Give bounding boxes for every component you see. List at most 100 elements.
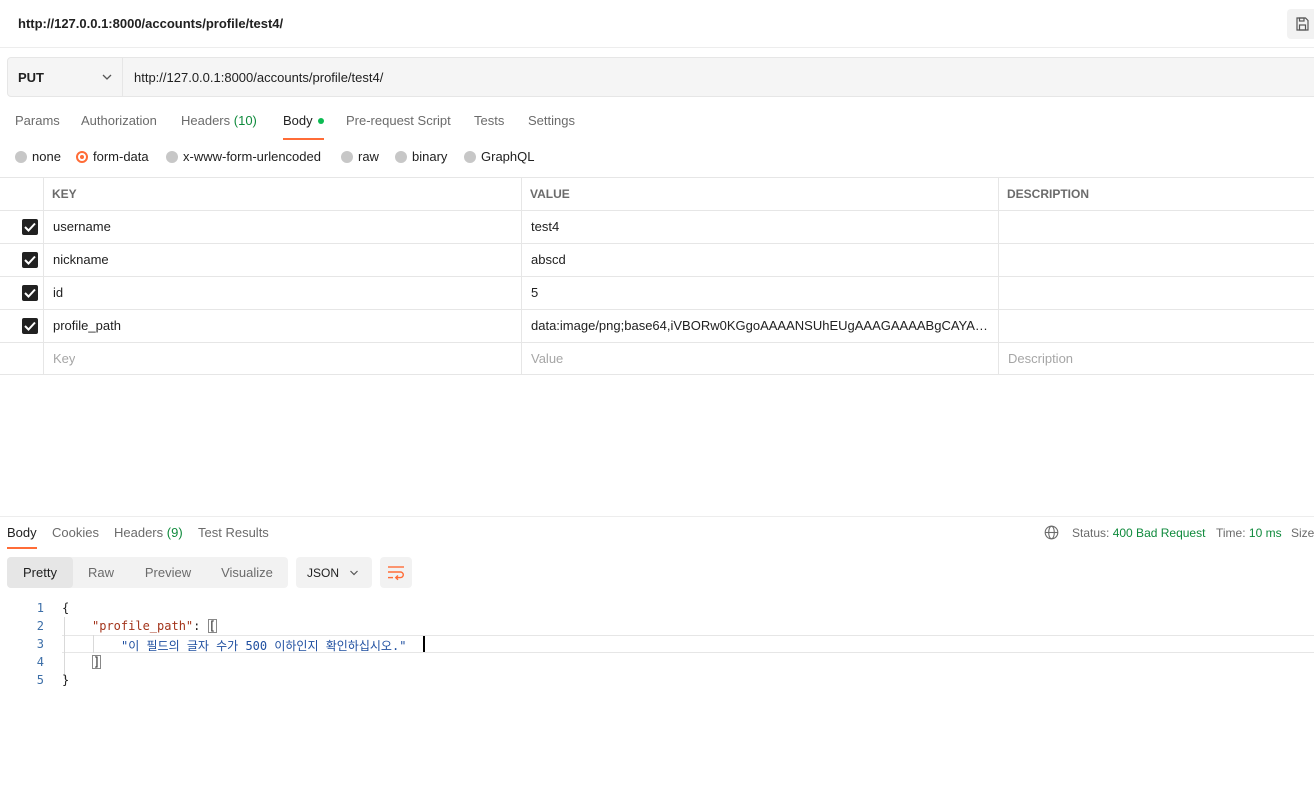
value-cell[interactable]: test4 bbox=[531, 211, 991, 243]
tab-body[interactable]: Body bbox=[283, 113, 324, 140]
tab-headers[interactable]: Headers (10) bbox=[181, 113, 257, 137]
description-cell[interactable] bbox=[1008, 244, 1308, 276]
view-raw-button[interactable]: Raw bbox=[77, 557, 125, 588]
view-pretty-button[interactable]: Pretty bbox=[7, 557, 73, 588]
globe-icon[interactable] bbox=[1044, 525, 1059, 540]
tab-label: Pre-request Script bbox=[346, 113, 451, 128]
description-cell[interactable] bbox=[1008, 211, 1308, 243]
tab-label: Params bbox=[15, 113, 60, 128]
line-number: 4 bbox=[36, 655, 44, 669]
key-cell[interactable]: nickname bbox=[53, 244, 513, 276]
description-cell[interactable] bbox=[1008, 277, 1308, 309]
tab-label: Test Results bbox=[198, 525, 269, 540]
response-size[interactable]: Size: bbox=[1291, 526, 1314, 540]
code-open-brace: { bbox=[62, 601, 70, 615]
json-colon: : bbox=[193, 619, 208, 633]
key-cell[interactable]: profile_path bbox=[53, 310, 513, 342]
tab-label: Tests bbox=[474, 113, 505, 128]
response-tab-test-results[interactable]: Test Results bbox=[198, 525, 269, 540]
url-input[interactable]: http://127.0.0.1:8000/accounts/profile/t… bbox=[134, 70, 383, 85]
response-tab-body[interactable]: Body bbox=[7, 525, 37, 549]
save-icon bbox=[1296, 17, 1309, 31]
url-bar: PUT http://127.0.0.1:8000/accounts/profi… bbox=[7, 57, 1314, 97]
method-label: PUT bbox=[18, 70, 44, 85]
view-visualize-button[interactable]: Visualize bbox=[211, 557, 283, 588]
json-open-bracket: [ bbox=[207, 619, 217, 633]
radio-label: none bbox=[32, 149, 61, 164]
tab-count: (9) bbox=[166, 525, 183, 540]
description-placeholder-input[interactable]: Description bbox=[1008, 343, 1073, 375]
column-divider[interactable] bbox=[998, 177, 999, 375]
value-cell[interactable]: 5 bbox=[531, 277, 991, 309]
column-header-description: DESCRIPTION bbox=[1007, 187, 1090, 201]
code-line-key: "profile_path": [ bbox=[92, 619, 217, 633]
tab-settings[interactable]: Settings bbox=[528, 113, 575, 137]
tab-label: Cookies bbox=[52, 525, 99, 540]
response-tab-headers[interactable]: Headers (9) bbox=[114, 525, 183, 540]
checkmark-icon bbox=[24, 288, 36, 298]
table-row: nickname abscd bbox=[0, 243, 1314, 276]
modified-dot-icon bbox=[317, 117, 324, 124]
radio-icon bbox=[341, 151, 353, 163]
value-cell[interactable]: abscd bbox=[531, 244, 991, 276]
radio-label: GraphQL bbox=[481, 149, 535, 164]
tab-tests[interactable]: Tests bbox=[474, 113, 504, 137]
chevron-down-icon bbox=[102, 74, 112, 80]
response-divider[interactable] bbox=[0, 516, 1314, 517]
wrap-lines-button[interactable] bbox=[380, 557, 412, 588]
column-header-value: VALUE bbox=[530, 187, 570, 201]
table-row: username test4 bbox=[0, 210, 1314, 243]
line-number: 3 bbox=[36, 637, 44, 651]
code-line-message: "이 필드의 글자 수가 500 이하인지 확인하십시오." bbox=[121, 637, 406, 654]
row-checkbox[interactable] bbox=[22, 219, 38, 235]
view-preview-button[interactable]: Preview bbox=[133, 557, 203, 588]
row-checkbox[interactable] bbox=[22, 318, 38, 334]
tab-label: Body bbox=[7, 525, 37, 540]
table-row-empty: Key Value Description bbox=[0, 342, 1314, 375]
response-tab-cookies[interactable]: Cookies bbox=[52, 525, 99, 540]
row-checkbox[interactable] bbox=[22, 252, 38, 268]
radio-label: raw bbox=[358, 149, 379, 164]
column-divider bbox=[43, 177, 44, 375]
status-label: Status: bbox=[1072, 526, 1110, 540]
tab-label: Headers bbox=[114, 525, 164, 540]
tab-label: Body bbox=[283, 113, 313, 128]
code-close-brace: } bbox=[62, 673, 70, 687]
indent-guide bbox=[93, 635, 94, 653]
radio-icon bbox=[166, 151, 178, 163]
row-checkbox[interactable] bbox=[22, 285, 38, 301]
radio-icon bbox=[395, 151, 407, 163]
tab-authorization[interactable]: Authorization bbox=[81, 113, 157, 137]
tab-count: (10) bbox=[233, 113, 257, 128]
key-cell[interactable]: id bbox=[53, 277, 513, 309]
radio-icon bbox=[15, 151, 27, 163]
response-status[interactable]: Status: 400 Bad Request bbox=[1072, 526, 1205, 540]
method-select[interactable]: PUT bbox=[8, 58, 123, 96]
column-header-key: KEY bbox=[52, 187, 77, 201]
checkmark-icon bbox=[24, 255, 36, 265]
line-number: 2 bbox=[36, 619, 44, 633]
column-divider[interactable] bbox=[521, 177, 522, 375]
checkmark-icon bbox=[24, 321, 36, 331]
title-bar: http://127.0.0.1:8000/accounts/profile/t… bbox=[0, 0, 1314, 48]
indent-guide bbox=[64, 617, 65, 679]
radio-selected-icon bbox=[76, 151, 88, 163]
tab-params[interactable]: Params bbox=[15, 113, 60, 137]
tab-pre-request-script[interactable]: Pre-request Script bbox=[346, 113, 451, 137]
response-time[interactable]: Time: 10 ms bbox=[1216, 526, 1282, 540]
table-row: id 5 bbox=[0, 276, 1314, 309]
save-button[interactable] bbox=[1287, 9, 1314, 39]
description-cell[interactable] bbox=[1008, 310, 1308, 342]
radio-icon bbox=[464, 151, 476, 163]
key-cell[interactable]: username bbox=[53, 211, 513, 243]
value-cell[interactable]: data:image/png;base64,iVBORw0KGgoAAAANSU… bbox=[531, 310, 991, 342]
tab-label: Headers bbox=[181, 113, 231, 128]
value-placeholder-input[interactable]: Value bbox=[531, 343, 563, 375]
request-title[interactable]: http://127.0.0.1:8000/accounts/profile/t… bbox=[18, 16, 283, 31]
table-header-row: KEY VALUE DESCRIPTION bbox=[0, 177, 1314, 210]
format-select[interactable]: JSON bbox=[296, 557, 372, 588]
size-label: Size: bbox=[1291, 526, 1314, 540]
code-line-close-bracket: ] bbox=[92, 655, 102, 669]
key-placeholder-input[interactable]: Key bbox=[53, 343, 75, 375]
view-mode-group: Pretty Raw Preview Visualize bbox=[7, 557, 288, 588]
